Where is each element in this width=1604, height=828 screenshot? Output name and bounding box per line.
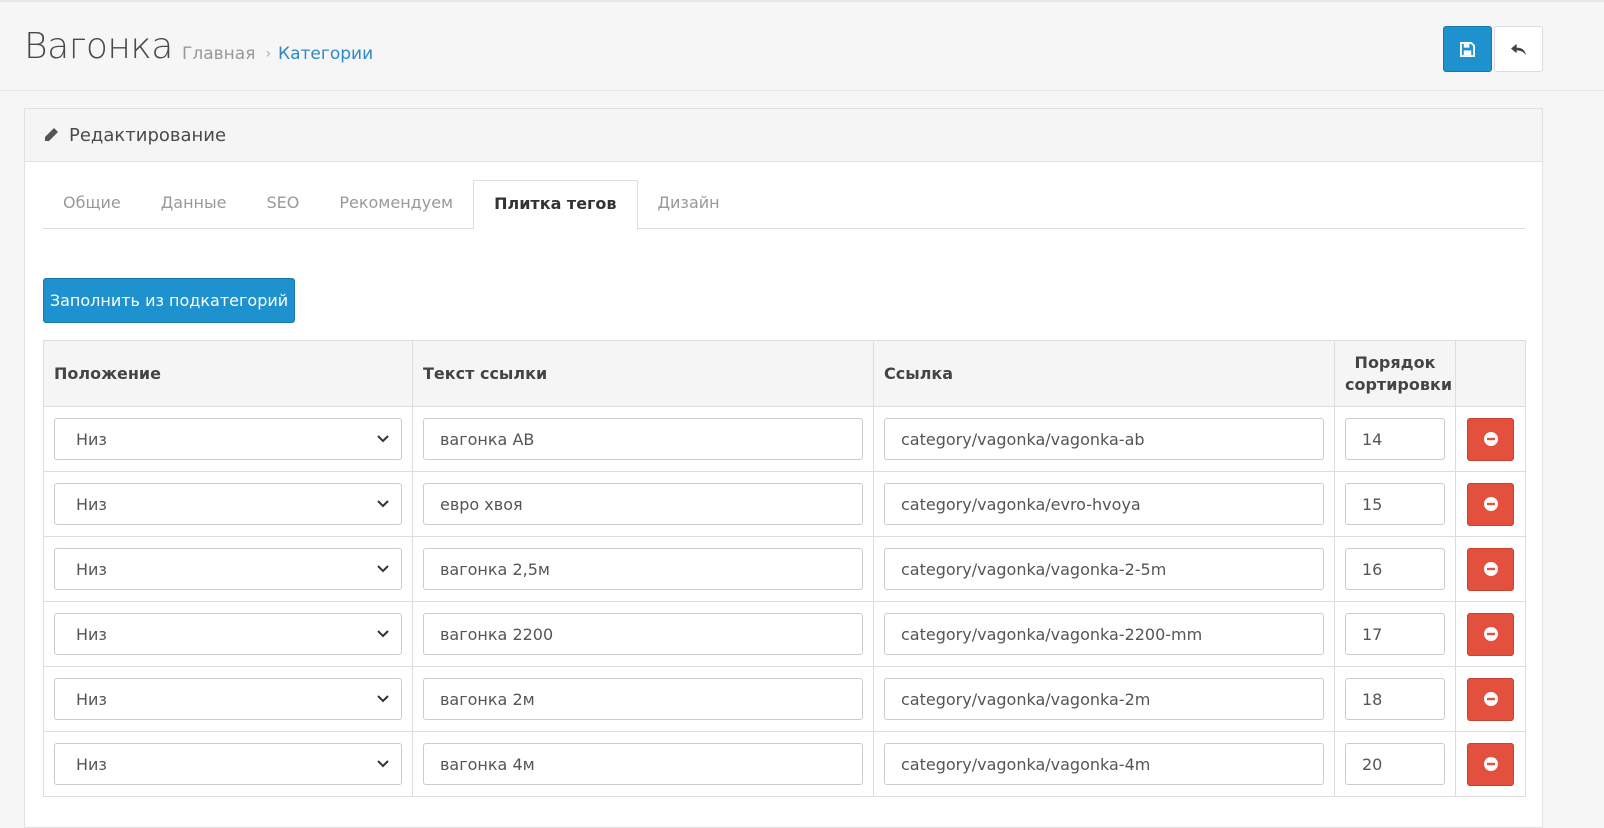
sort-order-input[interactable]: 17 [1345,613,1445,655]
table-header-row: Положение Текст ссылки Ссылка Порядок со… [43,340,1526,407]
minus-circle-icon [1483,692,1498,706]
tab-data[interactable]: Данные [141,180,247,229]
table-row: Низ вагонка 2,5м category/vagonka/vagonk… [43,536,1526,602]
position-select[interactable]: Низ [54,678,402,720]
tab-recommended[interactable]: Рекомендуем [319,180,473,229]
chevron-down-icon [377,565,389,573]
tab-tag-tiles[interactable]: Плитка тегов [473,180,638,230]
remove-row-button[interactable] [1467,742,1514,786]
link-text-input[interactable]: вагонка АВ [423,418,863,460]
position-select[interactable]: Низ [54,548,402,590]
position-select-value: Низ [76,559,107,579]
pencil-icon [45,128,58,141]
column-header-link: Ссылка [873,340,1335,407]
breadcrumb-separator: › [265,46,272,62]
position-select[interactable]: Низ [54,418,402,460]
sort-order-input[interactable]: 18 [1345,678,1445,720]
tab-seo[interactable]: SEO [246,180,319,229]
position-select[interactable]: Низ [54,743,402,785]
remove-row-button[interactable] [1467,612,1514,656]
position-select-value: Низ [76,429,107,449]
remove-row-button[interactable] [1467,482,1514,526]
link-text-input[interactable]: вагонка 2м [423,678,863,720]
table-row: Низ евро хвоя category/vagonka/evro-hvoy… [43,471,1526,537]
back-button[interactable] [1494,26,1543,72]
link-text-input[interactable]: евро хвоя [423,483,863,525]
breadcrumb-home[interactable]: Главная [182,44,255,64]
position-select-value: Низ [76,624,107,644]
tag-tiles-table: Положение Текст ссылки Ссылка Порядок со… [43,340,1526,797]
remove-row-button[interactable] [1467,677,1514,721]
chevron-down-icon [377,630,389,638]
remove-row-button[interactable] [1467,547,1514,591]
minus-circle-icon [1483,432,1498,446]
column-header-position: Положение [43,340,413,407]
sort-order-input[interactable]: 15 [1345,483,1445,525]
minus-circle-icon [1483,757,1498,771]
fill-from-subcategories-button[interactable]: Заполнить из подкатегорий [43,278,295,323]
sort-order-input[interactable]: 20 [1345,743,1445,785]
link-input[interactable]: category/vagonka/vagonka-4m [884,743,1324,785]
link-text-input[interactable]: вагонка 4м [423,743,863,785]
position-select[interactable]: Низ [54,483,402,525]
link-input[interactable]: category/vagonka/vagonka-ab [884,418,1324,460]
tab-bar: Общие Данные SEO Рекомендуем Плитка тего… [43,180,1525,230]
sort-order-input[interactable]: 16 [1345,548,1445,590]
save-icon [1460,41,1475,57]
reply-icon [1511,43,1526,55]
sort-header-line1: Порядок [1354,352,1436,372]
position-select-value: Низ [76,754,107,774]
sort-header-line2: сортировки [1345,374,1453,394]
tab-design[interactable]: Дизайн [638,180,740,229]
page-title: Вагонка [24,26,173,67]
link-input[interactable]: category/vagonka/evro-hvoya [884,483,1324,525]
link-input[interactable]: category/vagonka/vagonka-2m [884,678,1324,720]
position-select[interactable]: Низ [54,613,402,655]
table-row: Низ вагонка 4м category/vagonka/vagonka-… [43,731,1526,797]
link-input[interactable]: category/vagonka/vagonka-2200-mm [884,613,1324,655]
chevron-down-icon [377,760,389,768]
table-row: Низ вагонка АВ category/vagonka/vagonka-… [43,406,1526,472]
edit-panel: Редактирование Общие Данные SEO Рекоменд… [24,108,1543,828]
breadcrumb: Главная › Категории [182,44,373,64]
chevron-down-icon [377,695,389,703]
minus-circle-icon [1483,562,1498,576]
table-row: Низ вагонка 2200 category/vagonka/vagonk… [43,601,1526,667]
remove-row-button[interactable] [1467,417,1514,461]
minus-circle-icon [1483,627,1498,641]
position-select-value: Низ [76,494,107,514]
panel-heading: Редактирование [25,109,1542,162]
table-row: Низ вагонка 2м category/vagonka/vagonka-… [43,666,1526,732]
save-button[interactable] [1443,26,1492,72]
page-header: Вагонка Главная › Категории [0,2,1604,91]
position-select-value: Низ [76,689,107,709]
column-header-sort-order: Порядок сортировки [1334,340,1456,407]
panel-title: Редактирование [69,124,227,146]
column-header-actions [1455,340,1526,407]
column-header-link-text: Текст ссылки [412,340,874,407]
link-text-input[interactable]: вагонка 2200 [423,613,863,655]
minus-circle-icon [1483,497,1498,511]
tab-general[interactable]: Общие [43,180,141,229]
breadcrumb-categories[interactable]: Категории [278,44,373,64]
chevron-down-icon [377,500,389,508]
chevron-down-icon [377,435,389,443]
link-text-input[interactable]: вагонка 2,5м [423,548,863,590]
sort-order-input[interactable]: 14 [1345,418,1445,460]
link-input[interactable]: category/vagonka/vagonka-2-5m [884,548,1324,590]
